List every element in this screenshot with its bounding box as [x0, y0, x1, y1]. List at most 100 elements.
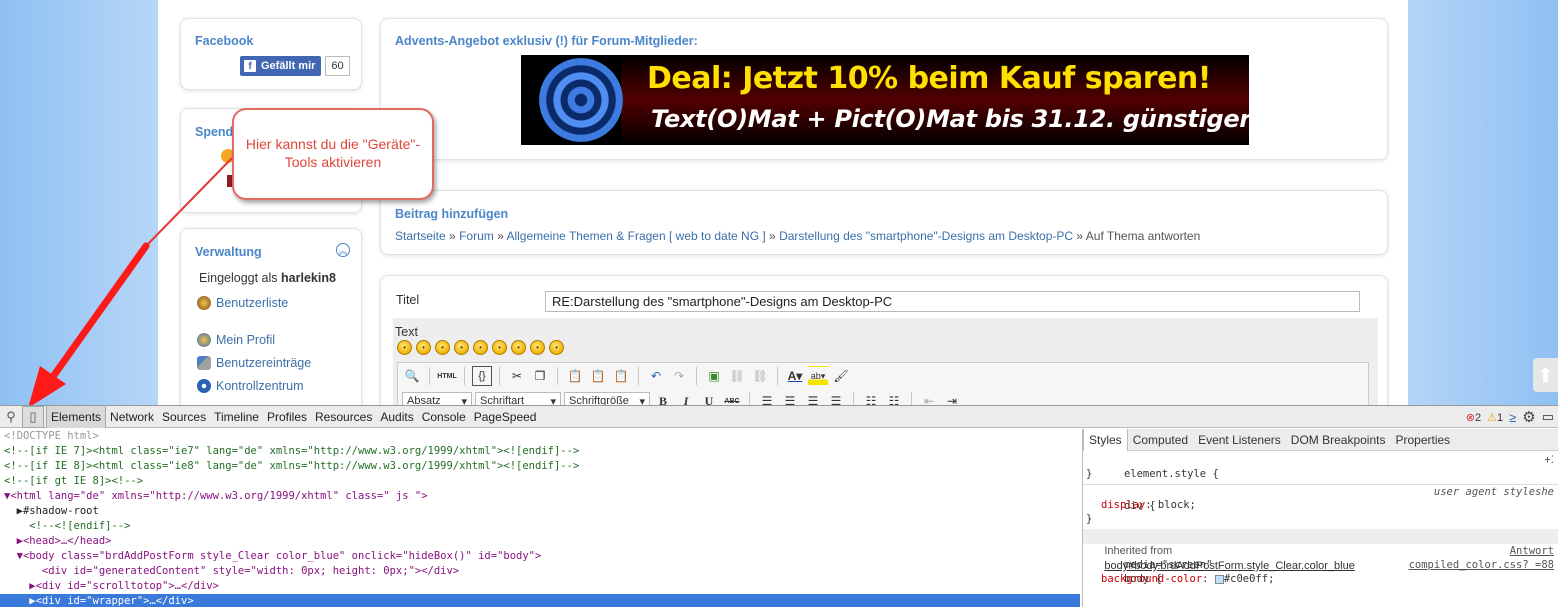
breadcrumb-item[interactable]: Startseite [395, 229, 446, 243]
outdent-icon[interactable]: ⇤ [919, 391, 939, 405]
dom-tree[interactable]: <!DOCTYPE html> <!--[if IE 7]><html clas… [0, 429, 1080, 607]
paste-text-icon[interactable]: 📋 [588, 366, 608, 386]
smiley-icon[interactable]: • [511, 340, 526, 355]
clear-format-icon[interactable]: 🖌 [831, 366, 851, 386]
code-block-icon[interactable]: {} [472, 366, 492, 386]
tab-computed[interactable]: Computed [1128, 429, 1193, 451]
dom-node[interactable]: <!DOCTYPE html> [0, 429, 1080, 444]
indent-icon[interactable]: ⇥ [942, 391, 962, 405]
smiley-icon[interactable]: • [435, 340, 450, 355]
tab-timeline[interactable]: Timeline [210, 406, 263, 428]
dom-node[interactable]: ▶#shadow-root [0, 504, 1080, 519]
gear-icon[interactable]: ⚙ [1522, 408, 1535, 426]
toolbar-separator [464, 367, 465, 385]
tab-elements[interactable]: Elements [46, 405, 107, 428]
css-declaration[interactable]: background-color: #c0e0ff; [1083, 572, 1558, 586]
smiley-icon[interactable]: • [530, 340, 545, 355]
tab-profiles[interactable]: Profiles [263, 406, 311, 428]
align-center-icon[interactable]: ☰ [780, 391, 800, 405]
tab-dom-breakpoints[interactable]: DOM Breakpoints [1286, 429, 1391, 451]
tab-styles[interactable]: Styles [1083, 429, 1128, 451]
error-badge[interactable]: ⊗2 [1466, 411, 1481, 424]
tab-audits[interactable]: Audits [376, 406, 417, 428]
text-color-icon[interactable]: A▾ [785, 366, 805, 386]
dom-node[interactable]: <!--[if IE 7]><html class="ie7" lang="de… [0, 444, 1080, 459]
scroll-to-top-button[interactable]: ⬆ [1533, 358, 1558, 392]
underline-button[interactable]: U [699, 391, 719, 406]
font-size-select[interactable]: Schriftgröße ▾ [564, 392, 650, 405]
console-drawer-icon[interactable]: ≥ [1509, 410, 1516, 425]
link-icon[interactable]: ⛓ [727, 366, 747, 386]
deal-banner[interactable]: Deal: Jetzt 10% beim Kauf sparen! Text(O… [521, 55, 1249, 145]
css-property: background-color [1101, 573, 1203, 585]
smiley-icon[interactable]: • [454, 340, 469, 355]
numbered-list-icon[interactable]: ☷ [884, 391, 904, 405]
dom-node-selected[interactable]: ▶<div id="wrapper">…</div> [0, 594, 1080, 607]
add-rule-icon[interactable]: +⁚ [1544, 453, 1554, 467]
align-right-icon[interactable]: ☰ [803, 391, 823, 405]
dom-node[interactable]: ▼<html lang="de" xmlns="http://www.w3.or… [0, 489, 1080, 504]
undo-icon[interactable]: ↶ [646, 366, 666, 386]
sidebar-item-benutzereintraege[interactable]: Benutzereinträge [197, 356, 311, 370]
preview-icon[interactable]: 🔍 [402, 366, 422, 386]
body-rule[interactable]: body { compiled_color.css? =88 [1083, 558, 1558, 585]
smiley-icon[interactable]: • [492, 340, 507, 355]
dom-node[interactable]: <!--[if IE 8]><html class="ie8" lang="de… [0, 459, 1080, 474]
breadcrumb-item[interactable]: Darstellung des "smartphone"-Designs am … [779, 229, 1073, 243]
bullet-list-icon[interactable]: ☷ [861, 391, 881, 405]
paste-word-icon[interactable]: 📋 [611, 366, 631, 386]
align-left-icon[interactable]: ☰ [757, 391, 777, 405]
insert-image-icon[interactable]: ▣ [704, 366, 724, 386]
dom-node[interactable]: ▶<head>…</head> [0, 534, 1080, 549]
cut-icon[interactable]: ✂ [507, 366, 527, 386]
tab-network[interactable]: Network [106, 406, 158, 428]
font-family-select[interactable]: Schriftart ▾ [475, 392, 561, 405]
dom-node[interactable]: ▶<div id="scrolltotop">…</div> [0, 579, 1080, 594]
media-source-link[interactable]: Antwort [1510, 544, 1554, 558]
color-swatch[interactable] [1214, 574, 1224, 584]
tab-console[interactable]: Console [418, 406, 470, 428]
collapse-icon[interactable]: ︽ [336, 243, 350, 257]
title-input[interactable] [545, 291, 1360, 312]
smiley-icon[interactable]: • [416, 340, 431, 355]
strikethrough-button[interactable]: ABC [722, 391, 742, 405]
highlight-color-icon[interactable]: ab▾ [808, 366, 828, 386]
dom-node[interactable]: <div id="generatedContent" style="width:… [0, 564, 1080, 579]
tab-event-listeners[interactable]: Event Listeners [1193, 429, 1286, 451]
paragraph-format-select[interactable]: Absatz ▾ [402, 392, 472, 405]
bold-button[interactable]: B [653, 391, 673, 406]
device-mode-icon[interactable]: ▯ [22, 405, 44, 428]
element-style-rule[interactable]: element.style { +⁚ [1083, 453, 1558, 480]
sidebar-item-benutzerliste[interactable]: Benutzerliste [197, 296, 288, 310]
tab-pagespeed[interactable]: PageSpeed [470, 406, 541, 428]
facebook-like-widget[interactable]: f Gefällt mir 60 [240, 56, 350, 76]
tab-properties[interactable]: Properties [1390, 429, 1455, 451]
html-source-button[interactable]: HTML [437, 366, 457, 386]
redo-icon[interactable]: ↷ [669, 366, 689, 386]
warning-badge[interactable]: ⚠1 [1487, 411, 1503, 424]
paste-icon[interactable]: 📋 [565, 366, 585, 386]
sidebar-item-kontrollzentrum[interactable]: Kontrollzentrum [197, 379, 304, 393]
tab-sources[interactable]: Sources [158, 406, 210, 428]
sidebar-item-mein-profil[interactable]: Mein Profil [197, 333, 275, 347]
copy-icon[interactable]: ❐ [530, 366, 550, 386]
dom-node[interactable]: ▼<body class="brdAddPostForm style_Clear… [0, 549, 1080, 564]
smiley-icon[interactable]: • [397, 340, 412, 355]
smiley-icon[interactable]: • [549, 340, 564, 355]
body-source-link[interactable]: compiled_color.css? =88 [1409, 558, 1554, 572]
div-rule[interactable]: div { user agent styleshe [1083, 484, 1558, 512]
smiley-icon[interactable]: • [473, 340, 488, 355]
dock-icon[interactable]: ▭ [1542, 409, 1554, 425]
css-declaration[interactable]: display: block; [1083, 498, 1558, 512]
align-justify-icon[interactable]: ☰ [826, 391, 846, 405]
breadcrumb-item[interactable]: Forum [459, 229, 494, 243]
facebook-like-button[interactable]: f Gefällt mir [240, 56, 322, 76]
inspect-search-icon[interactable]: ⚲ [0, 406, 22, 428]
sidebar-item-label: Benutzereinträge [216, 356, 312, 370]
unlink-icon[interactable]: ⛓ [750, 366, 770, 386]
tab-resources[interactable]: Resources [311, 406, 376, 428]
dom-node[interactable]: <!--<![endif]--> [0, 519, 1080, 534]
italic-button[interactable]: I [676, 391, 696, 406]
dom-node[interactable]: <!--[if gt IE 8]><!--> [0, 474, 1080, 489]
breadcrumb-item[interactable]: Allgemeine Themen & Fragen [ web to date… [506, 229, 765, 243]
